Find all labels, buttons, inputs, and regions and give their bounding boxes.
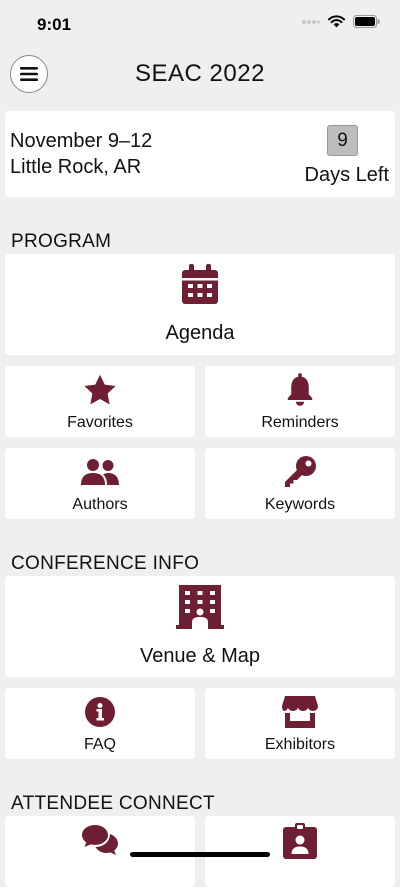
page-title: SEAC 2022 [135,60,265,87]
exhibitors-tile[interactable]: Exhibitors [205,688,395,759]
calendar-icon [182,264,218,304]
authors-label: Authors [72,496,128,513]
id-badge-icon [283,823,317,859]
days-left-count: 9 [327,125,358,156]
building-icon [176,585,224,629]
keywords-label: Keywords [264,496,336,513]
key-icon [285,456,316,487]
home-indicator [130,852,270,857]
store-icon [282,696,318,728]
agenda-label: Agenda [165,322,235,344]
reminders-label: Reminders [261,414,339,431]
keywords-tile[interactable]: Keywords [205,448,395,519]
status-icons [302,15,380,28]
chat-bubbles-icon [82,825,118,855]
status-time: 9:01 [37,15,72,34]
section-header-attendee-connect: ATTENDEE CONNECT [11,793,215,814]
reminders-tile[interactable]: Reminders [205,366,395,437]
venue-map-label: Venue & Map [139,645,261,667]
users-icon [81,459,119,485]
faq-label: FAQ [83,736,116,753]
favorites-label: Favorites [67,414,133,431]
faq-tile[interactable]: FAQ [5,688,195,759]
section-header-conference-info: CONFERENCE INFO [11,553,200,574]
event-location: Little Rock, AR [10,156,142,178]
days-left-label: Days Left [304,164,389,186]
info-icon [85,697,115,727]
exhibitors-label: Exhibitors [264,736,336,753]
authors-tile[interactable]: Authors [5,448,195,519]
section-header-program: PROGRAM [11,231,112,252]
star-icon [84,374,116,405]
favorites-tile[interactable]: Favorites [5,366,195,437]
wifi-icon [328,15,345,28]
bell-icon [287,373,313,406]
battery-icon [353,15,380,28]
navigation-bar: SEAC 2022 [0,48,400,104]
status-bar: 9:01 [0,0,400,48]
event-dates: November 9–12 [10,130,153,152]
event-info-card: November 9–12 Little Rock, AR 9 Days Lef… [5,111,395,197]
venue-map-tile[interactable]: Venue & Map [5,576,395,677]
cellular-signal-icon [302,19,320,24]
agenda-tile[interactable]: Agenda [5,254,395,355]
